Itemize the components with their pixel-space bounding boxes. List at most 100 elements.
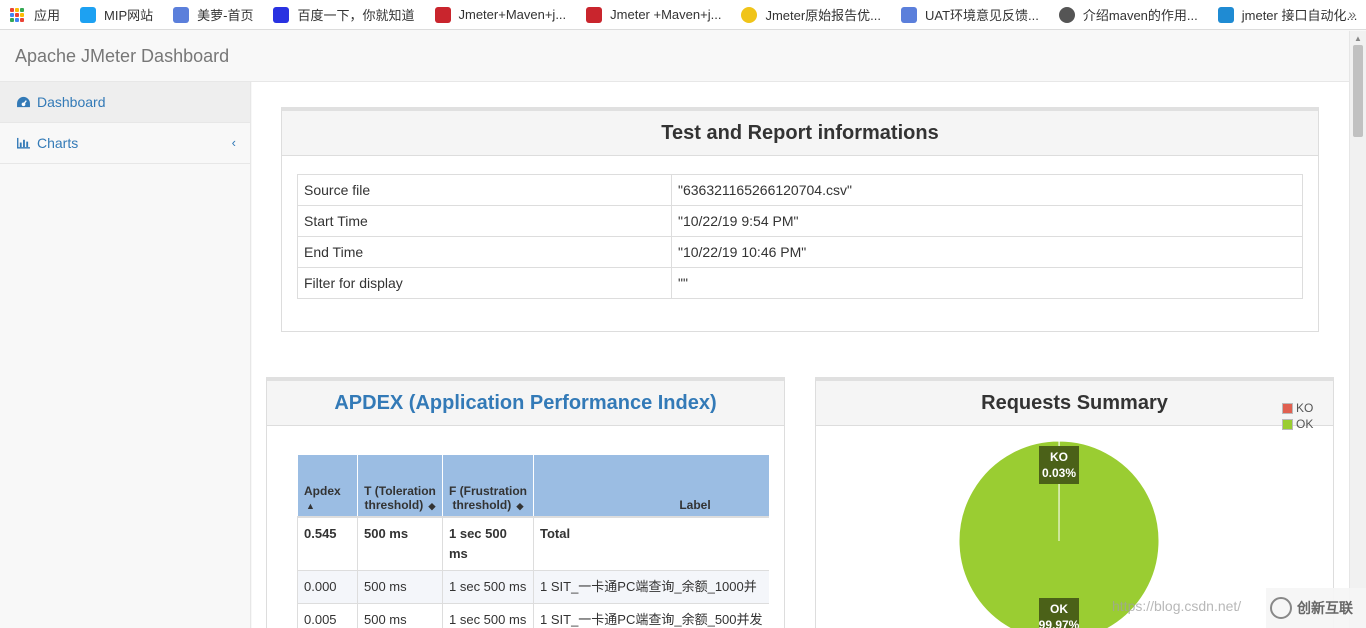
brand-title[interactable]: Apache JMeter Dashboard — [15, 46, 229, 67]
bookmark-item[interactable]: Jmeter原始报告优... — [741, 5, 881, 24]
logo-icon — [1270, 597, 1292, 619]
info-value: "" — [671, 267, 1303, 299]
cloud-app-icon — [901, 6, 918, 23]
cell-t: 500 ms — [357, 516, 443, 571]
watermark-url: https://blog.csdn.net/ — [1112, 598, 1242, 614]
panel-title[interactable]: APDEX (Application Performance Index) — [267, 381, 784, 426]
cell-f: 1 sec 500 ms — [442, 516, 534, 571]
bookmark-item[interactable]: 美萝-首页 — [173, 5, 253, 24]
pie-label-ok: OK 99.97% — [1039, 598, 1080, 628]
info-key: End Time — [297, 236, 672, 268]
bookmark-item[interactable]: jmeter 接口自动化... — [1217, 5, 1358, 24]
watermark-logo: 创新互联 — [1266, 588, 1366, 628]
requests-summary-panel: Requests Summary KO 0.03% OK 99.97% KO OK — [815, 377, 1334, 628]
bookmark-label: 百度一下，你就知道 — [297, 8, 415, 23]
bookmark-item[interactable]: 应用 — [10, 5, 60, 24]
pie-label-value: 0.03% — [1042, 466, 1076, 480]
info-table: Source file "636321165266120704.csv" Start… — [297, 174, 1303, 299]
bookmark-item[interactable]: Jmeter+Maven+j... — [434, 6, 567, 23]
pie-label-ko: KO 0.03% — [1039, 446, 1079, 484]
chevron-left-icon[interactable]: ‹ — [232, 135, 236, 150]
sidebar-item-dashboard[interactable]: Dashboard — [0, 82, 250, 123]
column-header-t[interactable]: T (Toleration threshold) ◆ — [357, 454, 443, 518]
cloud-app-icon — [173, 6, 190, 23]
sidebar-item-label: Dashboard — [37, 94, 106, 110]
blue-square-icon — [1217, 6, 1234, 23]
bookmark-label: 美萝-首页 — [197, 8, 254, 23]
pie-label-name: KO — [1050, 450, 1068, 464]
info-value: "10/22/19 9:54 PM" — [671, 205, 1303, 237]
legend-entry[interactable]: OK — [1282, 417, 1313, 431]
bookmark-label: 应用 — [34, 8, 61, 23]
top-navbar: Apache JMeter Dashboard — [0, 31, 1349, 82]
sidebar-item-label: Charts — [37, 135, 79, 151]
mip-site-icon — [80, 6, 97, 23]
bookmark-item[interactable]: Jmeter +Maven+j... — [586, 6, 722, 23]
info-key: Filter for display — [297, 267, 672, 299]
table-row: 0.005 500 ms 1 sec 500 ms 1 SIT_一卡通PC端查询_余额… — [297, 602, 769, 628]
info-value: "636321165266120704.csv" — [671, 174, 1303, 206]
bookmark-label: jmeter 接口自动化... — [1241, 8, 1358, 23]
legend-swatch — [1282, 418, 1293, 430]
bookmark-label: Jmeter原始报告优... — [765, 8, 882, 23]
panel-title: Test and Report informations — [282, 111, 1318, 156]
cell-apdex: 0.005 — [297, 602, 358, 628]
apdex-table: Apdex ▲ T (Toleration threshold) ◆ F (Fr… — [297, 454, 769, 628]
bookmark-label: Jmeter+Maven+j... — [458, 7, 567, 22]
cell-f: 1 sec 500 ms — [442, 602, 534, 628]
scroll-thumb[interactable] — [1353, 45, 1363, 137]
bookmark-item[interactable]: 百度一下，你就知道 — [273, 5, 415, 24]
bookmarks-overflow-icon[interactable]: » — [1348, 6, 1356, 22]
info-value: "10/22/19 10:46 PM" — [671, 236, 1303, 268]
scroll-up-arrow-icon[interactable]: ▲ — [1354, 34, 1362, 43]
cell-f: 1 sec 500 ms — [442, 569, 534, 604]
bookmark-item[interactable]: 介绍maven的作用... — [1058, 5, 1198, 24]
bookmark-label: MIP网站 — [104, 8, 154, 23]
yellow-coin-icon — [741, 6, 758, 23]
panel-title: Requests Summary — [816, 381, 1333, 426]
column-header-f[interactable]: F (Frustration threshold) ◆ — [442, 454, 534, 518]
legend-label: OK — [1296, 417, 1314, 431]
chart-legend: KO OK — [1282, 401, 1313, 433]
test-report-info-panel: Test and Report informations Source file… — [281, 107, 1319, 332]
sidebar-item-charts[interactable]: Charts ‹ — [0, 123, 250, 164]
table-row: 0.000 500 ms 1 sec 500 ms 1 SIT_一卡通PC端查询_余额… — [297, 569, 769, 604]
csdn-c-icon — [586, 6, 603, 23]
sort-icon: ◆ — [516, 500, 524, 511]
page-scrollbar[interactable]: ▲ — [1349, 31, 1366, 628]
main-content: Test and Report informations Source file… — [252, 82, 1349, 628]
cell-apdex: 0.000 — [297, 569, 358, 604]
info-row: Start Time "10/22/19 9:54 PM" — [297, 205, 1303, 237]
cell-label: 1 SIT_一卡通PC端查询_余额_500并发 — [533, 602, 769, 628]
bookmark-label: Jmeter +Maven+j... — [610, 7, 722, 22]
info-row: End Time "10/22/19 10:46 PM" — [297, 236, 1303, 268]
info-row: Source file "636321165266120704.csv" — [297, 174, 1303, 206]
requests-pie-chart[interactable]: KO 0.03% OK 99.97% — [816, 426, 1333, 628]
sidebar: Dashboard Charts ‹ — [0, 82, 251, 628]
sort-icon: ◆ — [428, 500, 436, 511]
baidu-paw-icon — [273, 6, 290, 23]
pie-label-name: OK — [1050, 602, 1068, 616]
table-row: 0.545 500 ms 1 sec 500 ms Total — [297, 516, 769, 571]
cell-t: 500 ms — [357, 602, 443, 628]
cell-apdex: 0.545 — [297, 516, 358, 571]
bookmark-label: 介绍maven的作用... — [1082, 8, 1198, 23]
bar-chart-icon — [17, 137, 30, 149]
bookmark-item[interactable]: MIP网站 — [80, 5, 153, 24]
column-header-label[interactable]: Label — [533, 454, 769, 518]
cell-t: 500 ms — [357, 569, 443, 604]
csdn-c-icon — [434, 6, 451, 23]
legend-entry[interactable]: KO — [1282, 401, 1313, 415]
info-key: Start Time — [297, 205, 672, 237]
dashboard-page: Apache JMeter Dashboard Dashboard Charts… — [0, 31, 1349, 628]
info-row: Filter for display "" — [297, 267, 1303, 299]
sort-asc-icon: ▲ — [306, 500, 315, 511]
info-key: Source file — [297, 174, 672, 206]
cell-label: Total — [533, 516, 769, 571]
legend-label: KO — [1296, 401, 1314, 415]
globe-icon — [1058, 6, 1075, 23]
column-header-apdex[interactable]: Apdex ▲ — [297, 454, 358, 518]
legend-swatch — [1282, 402, 1293, 414]
bookmark-item[interactable]: UAT环境意见反馈... — [901, 5, 1039, 24]
apdex-table-scroll[interactable]: Apdex ▲ T (Toleration threshold) ◆ F (Fr… — [297, 454, 769, 628]
